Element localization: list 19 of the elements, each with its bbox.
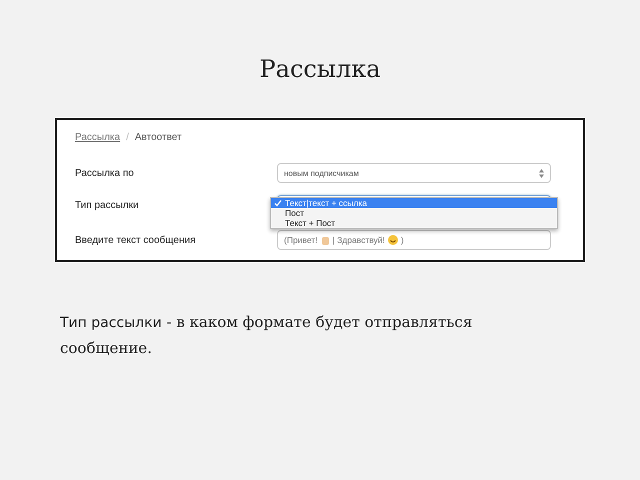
breadcrumb-current: Автоответ	[134, 132, 182, 143]
caption-text: Тип рассылки - в каком формате будет отправляться сообщение.	[60, 312, 474, 359]
message-text: | Здравствуй!	[332, 235, 385, 245]
message-text: )	[400, 235, 404, 245]
field-label: Тип рассылки	[75, 200, 140, 210]
breadcrumb-link[interactable]: Рассылка	[75, 132, 120, 143]
updown-arrows-icon	[539, 168, 544, 178]
dropdown-option[interactable]: Пост	[271, 208, 557, 218]
field-label: Рассылка по	[75, 168, 135, 178]
message-text: (Привет!	[284, 235, 318, 245]
smiley-icon	[388, 235, 398, 245]
audience-select[interactable]: новым подписчикам	[277, 163, 551, 183]
breadcrumb-separator: /	[126, 132, 129, 143]
dropdown-option[interactable]: Текст|текст + ссылка	[271, 198, 557, 208]
message-field[interactable]: (Привет! | Здравствуй! )	[277, 230, 551, 250]
dropdown-option[interactable]: Текст + Пост	[271, 218, 557, 228]
field-label: Введите текст сообщения	[75, 234, 196, 246]
slide-title: Рассылка	[260, 55, 380, 83]
checkmark-icon	[274, 199, 282, 207]
